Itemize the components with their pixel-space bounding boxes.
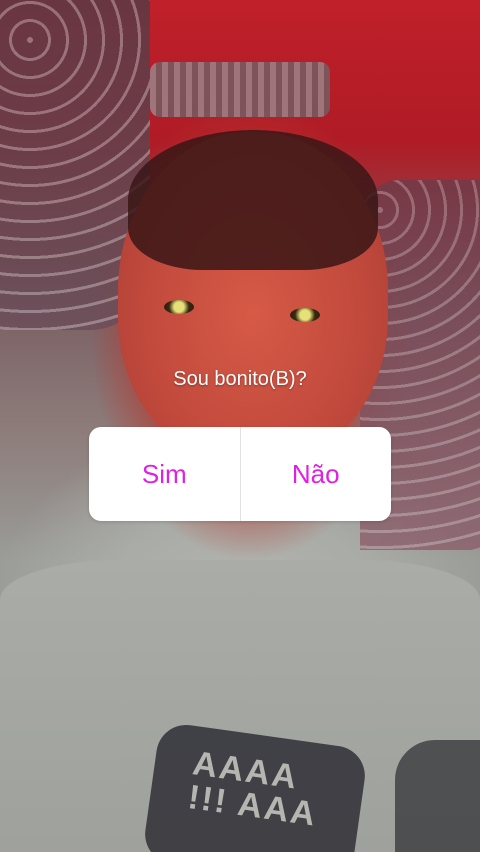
poll-option-yes[interactable]: Sim (89, 427, 240, 521)
shirt-print-right (395, 740, 480, 852)
left-eye (164, 300, 194, 314)
hair (128, 130, 378, 270)
poll-question: Sou bonito(B)? (173, 368, 307, 390)
poll-option-no[interactable]: Não (241, 427, 392, 521)
cloth (150, 62, 330, 117)
story-viewer: AAAA !!! AAA Sou bonito(B)? Sim Não (0, 0, 480, 852)
right-eye (290, 308, 320, 322)
background-photo: AAAA !!! AAA (0, 0, 480, 852)
poll-sticker: Sim Não (89, 427, 391, 521)
